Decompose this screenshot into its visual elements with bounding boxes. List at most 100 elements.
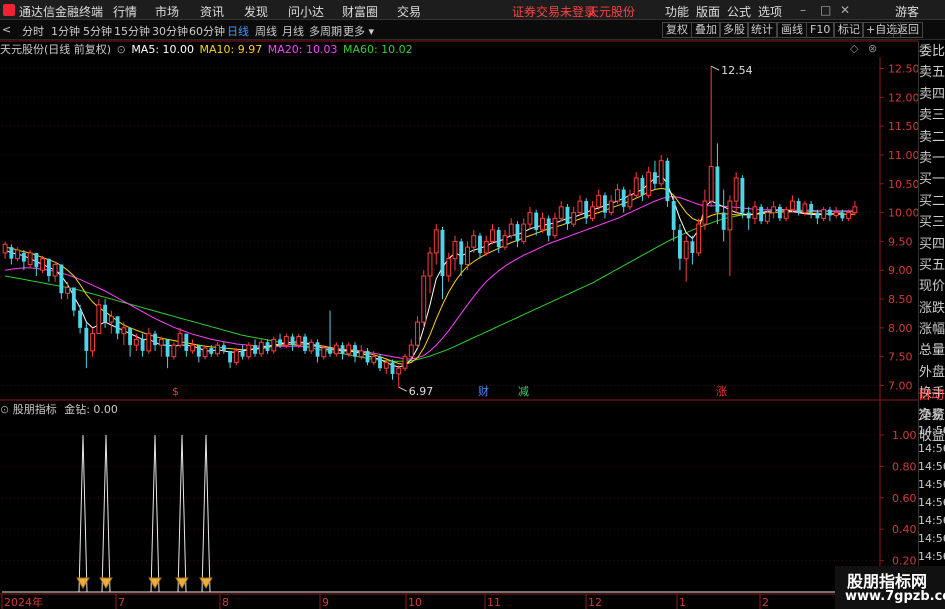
trade-login-status[interactable]: 证券交易未登录 xyxy=(512,3,596,20)
candle-body-down xyxy=(209,348,214,354)
period-tab-1[interactable]: 1分钟 xyxy=(51,23,80,39)
indicator-spike xyxy=(201,434,211,593)
tool-tongji[interactable]: 统计 xyxy=(747,22,777,38)
tool-duogu[interactable]: 多股 xyxy=(719,22,749,38)
tool-diejia[interactable]: 叠加 xyxy=(691,22,721,38)
candle-body-up xyxy=(258,341,264,355)
period-tab-6[interactable]: 日线 xyxy=(227,23,249,39)
indicator-tick-label: 1.00 xyxy=(892,429,917,442)
candle-body-up xyxy=(696,223,702,254)
period-tab-4[interactable]: 30分钟 xyxy=(152,23,188,39)
date-tick-label: 11 xyxy=(487,596,501,609)
quote-label: 涨幅 xyxy=(919,322,945,338)
close-icon[interactable]: ✕ xyxy=(840,3,850,17)
candle-body-up xyxy=(852,206,858,214)
menu-item-wenxiaoda[interactable]: 问小达 xyxy=(288,3,324,20)
ma20-readout: MA20: 10.03 xyxy=(267,43,338,56)
candle-body-up xyxy=(2,243,8,254)
candle-body-down xyxy=(515,224,520,242)
candle-body-down xyxy=(315,342,320,357)
date-tick-label: 2 xyxy=(762,596,769,609)
stock-link[interactable]: 天元股份 xyxy=(587,3,635,20)
indicator-tick-label: 0.40 xyxy=(892,523,917,536)
menu-gongshi[interactable]: 公式 xyxy=(727,3,751,20)
candle-body-down xyxy=(340,345,345,354)
period-tab-2[interactable]: 5分钟 xyxy=(83,23,112,39)
period-tab-5[interactable]: 60分钟 xyxy=(189,23,225,39)
menu-gongneng[interactable]: 功能 xyxy=(665,3,689,20)
menu-item-hangqing[interactable]: 行情 xyxy=(113,3,137,20)
candle-body-up xyxy=(596,194,602,208)
candle-body-down xyxy=(459,241,464,265)
candle-body-down xyxy=(496,229,501,248)
more-label: 更多 xyxy=(343,25,365,38)
menu-xuanxiang[interactable]: 选项 xyxy=(758,3,782,20)
restore-icon[interactable]: □ xyxy=(820,3,831,17)
candle-body-down xyxy=(671,201,676,230)
quote-label: 买三 xyxy=(919,215,945,231)
candle-body-down xyxy=(165,339,170,357)
price-tick-label: 8.00 xyxy=(888,322,913,335)
candle-body-up xyxy=(321,347,327,358)
candlestick-series[interactable] xyxy=(2,66,858,388)
candle-body-up xyxy=(521,223,527,242)
guest-label[interactable]: 游客 xyxy=(895,3,919,20)
price-tick-label: 9.00 xyxy=(888,264,913,277)
period-tab-8[interactable]: 月线 xyxy=(282,23,304,39)
chart-close-icon[interactable]: ⊗ xyxy=(868,42,877,55)
menu-banmian[interactable]: 版面 xyxy=(696,3,720,20)
period-tab-0[interactable]: 分时 xyxy=(22,23,44,39)
period-tab-3[interactable]: 15分钟 xyxy=(114,23,150,39)
candle-body-up xyxy=(821,209,827,219)
candle-body-up xyxy=(465,246,470,265)
date-tick-label: 7 xyxy=(118,596,125,609)
period-tab-more[interactable]: 更多 ▾ xyxy=(343,23,374,39)
tool-f10[interactable]: F10 xyxy=(806,22,835,38)
candle-body-up xyxy=(590,206,595,219)
candle-body-up xyxy=(90,333,96,352)
candle-body-down xyxy=(640,178,645,196)
auto-label[interactable]: 自动 xyxy=(918,384,945,404)
candle-body-up xyxy=(133,338,139,346)
menu-item-jiaoyi[interactable]: 交易 xyxy=(397,3,421,20)
quote-label: 外盘 xyxy=(919,364,945,380)
period-tab-7[interactable]: 周线 xyxy=(255,23,277,39)
tool-biaoji[interactable]: 标记 xyxy=(834,22,864,38)
quote-label: 卖二 xyxy=(919,129,945,145)
price-tick-label: 10.00 xyxy=(888,207,920,220)
tool-huaxian[interactable]: 画线 xyxy=(777,22,807,38)
date-tick-label: 9 xyxy=(322,596,329,609)
indicator-info: ⊙ 股朋指标 金钻: 0.00 xyxy=(0,401,118,417)
indicator-series: 金钻: 0.00 xyxy=(64,403,118,416)
candle-body-down xyxy=(840,212,845,219)
tick-time: 14:56 xyxy=(918,442,945,455)
menu-item-faxian[interactable]: 发现 xyxy=(244,3,268,20)
candle-body-up xyxy=(271,338,277,352)
tick-time: 14:56 xyxy=(918,496,945,509)
candle-body-up xyxy=(627,194,633,208)
trade-panel: 自动 交易 14:56 14:56 14:56 14:56 14:56 14:5… xyxy=(918,384,945,564)
tool-fuquan[interactable]: 复权 xyxy=(662,22,692,38)
quote-label: 卖三 xyxy=(919,108,945,124)
date-axis: 2024年 7 8 9 10 11 12 1 2 xyxy=(1,594,769,609)
candle-body-down xyxy=(21,252,26,262)
candle-body-up xyxy=(683,240,689,260)
indicator-settings-icon[interactable]: ⊙ xyxy=(0,403,9,416)
period-tab-9[interactable]: 多周期 xyxy=(309,23,342,39)
candle-body-down xyxy=(115,316,120,334)
indicator-name[interactable]: 股朋指标 xyxy=(13,403,57,416)
ma-settings-icon[interactable]: ⊙ xyxy=(117,43,126,56)
nav-left-icon[interactable]: < xyxy=(2,23,11,36)
candle-body-up xyxy=(427,252,433,277)
candle-body-up xyxy=(215,344,220,355)
candle-body-down xyxy=(815,212,820,219)
trade-label[interactable]: 交易 xyxy=(918,404,945,424)
candle-body-down xyxy=(809,203,814,213)
chart-settings-icon[interactable]: ◇ xyxy=(850,42,858,55)
minimize-icon[interactable]: – xyxy=(800,3,806,17)
menu-item-shichang[interactable]: 市场 xyxy=(155,3,179,20)
menu-item-zixun[interactable]: 资讯 xyxy=(200,3,224,20)
candle-body-down xyxy=(103,304,108,323)
menu-item-caifuquan[interactable]: 财富圈 xyxy=(342,3,378,20)
tool-fanhui[interactable]: 返回 xyxy=(893,22,923,38)
